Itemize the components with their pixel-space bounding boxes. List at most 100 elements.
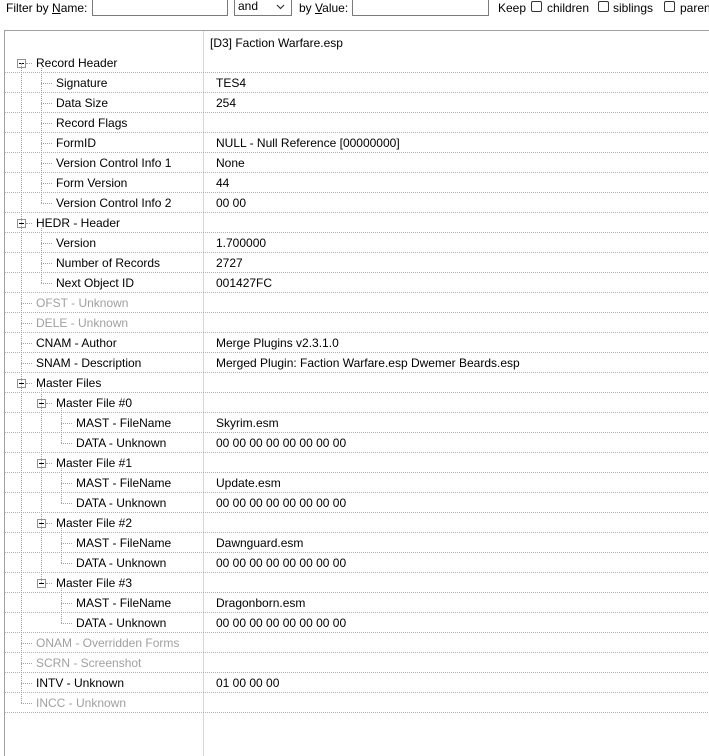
filter-value-label-prefix: by xyxy=(299,1,316,15)
tree-row[interactable]: SNAM - Description Merged Plugin: Faction… xyxy=(5,353,709,373)
tree-row-label: HEDR - Header xyxy=(36,216,121,230)
tree-row-value: 00 00 00 00 00 00 00 00 xyxy=(216,436,347,450)
tree-row[interactable]: Signature TES4 xyxy=(5,73,709,93)
tree-connector xyxy=(46,463,52,464)
tree-connector xyxy=(41,68,42,203)
tree-row-value: 44 xyxy=(216,176,230,190)
tree-connector xyxy=(41,243,52,244)
filter-value-input[interactable] xyxy=(352,0,489,16)
tree-connector xyxy=(41,283,52,284)
tree-row[interactable]: INTV - Unknown 01 00 00 00 xyxy=(5,673,709,693)
tree-row-label: Next Object ID xyxy=(56,276,135,290)
tree-connector xyxy=(41,83,52,84)
tree-row[interactable]: HEDR - Header xyxy=(5,213,709,233)
tree-row-value: Skyrim.esm xyxy=(216,416,279,430)
tree-row[interactable]: Master Files xyxy=(5,373,709,393)
tree-row[interactable]: Master File #0 xyxy=(5,393,709,413)
tree-row-value: 01 00 00 00 xyxy=(216,676,280,690)
tree-row-value: NULL - Null Reference [00000000] xyxy=(216,136,400,150)
tree-row-label: SNAM - Description xyxy=(36,356,142,370)
filter-operator-value: and xyxy=(238,0,259,13)
tree-row[interactable]: ONAM - Overridden Forms xyxy=(5,633,709,653)
tree-row[interactable]: DATA - Unknown 00 00 00 00 00 00 00 00 xyxy=(5,613,709,633)
tree-row-value: 00 00 00 00 00 00 00 00 xyxy=(216,616,347,630)
tree-connector xyxy=(41,123,52,124)
record-tree-view[interactable]: [D3] Faction Warfare.esp Record Header Si… xyxy=(4,30,709,756)
tree-row-label: Master Files xyxy=(36,376,102,390)
tree-row-value: 254 xyxy=(216,96,237,110)
tree-row[interactable]: INCC - Unknown xyxy=(5,693,709,713)
tree-row[interactable]: MAST - FileName Dragonborn.esm xyxy=(5,593,709,613)
keep-parents-checkbox[interactable] xyxy=(664,1,675,12)
tree-row[interactable]: Number of Records 2727 xyxy=(5,253,709,273)
tree-row-label: DELE - Unknown xyxy=(36,316,129,330)
tree-connector xyxy=(61,528,62,563)
tree-connector xyxy=(41,388,42,583)
tree-row-value: 001427FC xyxy=(216,276,273,290)
tree-connector xyxy=(21,63,22,703)
tree-row-label: Master File #3 xyxy=(56,576,133,590)
tree-row-value: 00 00 xyxy=(216,196,247,210)
tree-connector xyxy=(26,63,32,64)
tree-row[interactable]: Next Object ID 001427FC xyxy=(5,273,709,293)
tree-connector xyxy=(61,483,72,484)
tree-row[interactable]: SCRN - Screenshot xyxy=(5,653,709,673)
tree-connector xyxy=(61,588,62,623)
tree-connector xyxy=(41,143,52,144)
tree-connector xyxy=(61,563,72,564)
tree-row[interactable]: Record Header xyxy=(5,53,709,73)
tree-row[interactable]: Master File #2 xyxy=(5,513,709,533)
tree-row[interactable]: Version 1.700000 xyxy=(5,233,709,253)
tree-row[interactable]: MAST - FileName Skyrim.esm xyxy=(5,413,709,433)
tree-connector xyxy=(21,683,32,684)
tree-row[interactable]: DATA - Unknown 00 00 00 00 00 00 00 00 xyxy=(5,553,709,573)
tree-row-label: MAST - FileName xyxy=(76,536,172,550)
keep-parents-label: paren xyxy=(680,1,709,15)
tree-connector xyxy=(41,163,52,164)
tree-row-label: DATA - Unknown xyxy=(76,616,167,630)
tree-row[interactable]: Version Control Info 2 00 00 xyxy=(5,193,709,213)
tree-row[interactable]: Data Size 254 xyxy=(5,93,709,113)
tree-row[interactable]: Record Flags xyxy=(5,113,709,133)
tree-row[interactable]: MAST - FileName Update.esm xyxy=(5,473,709,493)
tree-row[interactable]: OFST - Unknown xyxy=(5,293,709,313)
tree-row-value: 00 00 00 00 00 00 00 00 xyxy=(216,556,347,570)
tree-row[interactable]: CNAM - Author Merge Plugins v2.3.1.0 xyxy=(5,333,709,353)
tree-connector xyxy=(61,623,72,624)
filter-operator-select[interactable]: and xyxy=(234,0,292,16)
tree-connector xyxy=(46,523,52,524)
tree-row-label: INCC - Unknown xyxy=(36,696,127,710)
tree-connector xyxy=(61,543,72,544)
tree-connector xyxy=(26,223,32,224)
tree-row-label: FormID xyxy=(56,136,96,150)
tree-connector xyxy=(61,468,62,503)
column-header-file: [D3] Faction Warfare.esp xyxy=(210,36,343,50)
tree-connector xyxy=(26,383,32,384)
tree-row-label: ONAM - Overridden Forms xyxy=(36,636,180,650)
tree-row[interactable]: MAST - FileName Dawnguard.esm xyxy=(5,533,709,553)
keep-children-checkbox[interactable] xyxy=(531,1,542,12)
tree-row[interactable]: DELE - Unknown xyxy=(5,313,709,333)
tree-row[interactable]: DATA - Unknown 00 00 00 00 00 00 00 00 xyxy=(5,493,709,513)
tree-row-value: 2727 xyxy=(216,256,243,270)
tree-connector xyxy=(61,408,62,443)
tree-row-value: Merged Plugin: Faction Warfare.esp Dweme… xyxy=(216,356,520,370)
tree-connector xyxy=(21,343,32,344)
tree-row-label: Version Control Info 2 xyxy=(56,196,172,210)
tree-row[interactable]: Version Control Info 1 None xyxy=(5,153,709,173)
filter-name-input[interactable] xyxy=(92,0,228,16)
tree-row-value: None xyxy=(216,156,245,170)
tree-row-value: TES4 xyxy=(216,76,247,90)
tree-connector xyxy=(21,663,32,664)
tree-row[interactable]: Master File #3 xyxy=(5,573,709,593)
tree-row[interactable]: FormID NULL - Null Reference [00000000] xyxy=(5,133,709,153)
tree-row[interactable]: DATA - Unknown 00 00 00 00 00 00 00 00 xyxy=(5,433,709,453)
keep-siblings-checkbox[interactable] xyxy=(598,1,609,12)
tree-row-label: Number of Records xyxy=(56,256,161,270)
tree-row-label: Version xyxy=(56,236,97,250)
tree-connector xyxy=(61,423,72,424)
tree-connector xyxy=(41,228,42,283)
tree-row[interactable]: Form Version 44 xyxy=(5,173,709,193)
tree-row[interactable]: Master File #1 xyxy=(5,453,709,473)
tree-row-value: Update.esm xyxy=(216,476,281,490)
